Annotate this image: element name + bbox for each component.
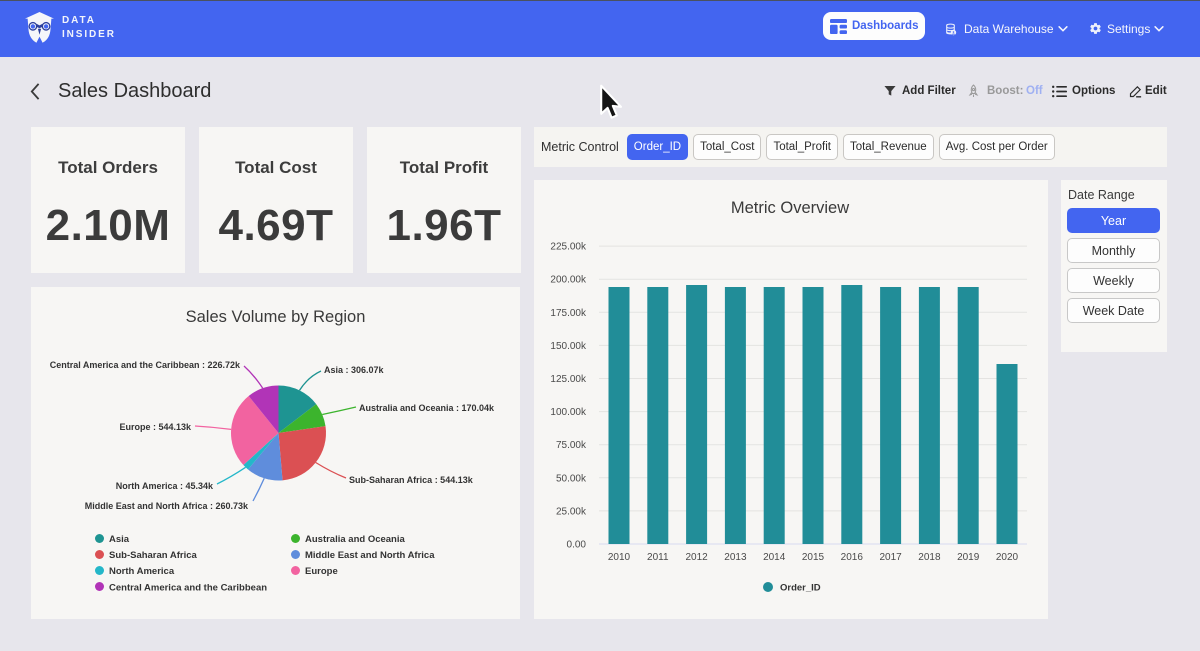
svg-text:2018: 2018 <box>918 552 941 563</box>
svg-text:Metric Overview: Metric Overview <box>731 199 849 217</box>
svg-text:100.00k: 100.00k <box>550 407 587 418</box>
svg-text:2017: 2017 <box>879 552 902 563</box>
svg-text:75.00k: 75.00k <box>556 440 587 451</box>
svg-text:Central America and the Caribb: Central America and the Caribbean <box>109 582 267 593</box>
svg-text:Central America and the Caribb: Central America and the Caribbean : 226.… <box>50 360 241 370</box>
svg-text:Asia : 306.07k: Asia : 306.07k <box>324 365 385 375</box>
svg-text:50.00k: 50.00k <box>556 473 587 484</box>
svg-text:2014: 2014 <box>763 552 786 563</box>
svg-text:Middle East and North Africa :: Middle East and North Africa : 260.73k <box>85 501 249 511</box>
svg-text:Order_ID: Order_ID <box>780 583 821 594</box>
svg-text:2010: 2010 <box>608 552 631 563</box>
svg-text:0.00: 0.00 <box>567 540 587 551</box>
svg-text:225.00k: 225.00k <box>550 242 587 253</box>
svg-text:Europe : 544.13k: Europe : 544.13k <box>119 422 192 432</box>
svg-text:Australia and Oceania: Australia and Oceania <box>305 534 406 545</box>
svg-text:Middle East and North Africa: Middle East and North Africa <box>305 550 435 561</box>
svg-text:Sub-Saharan Africa : 544.13k: Sub-Saharan Africa : 544.13k <box>349 475 474 485</box>
svg-text:North America : 45.34k: North America : 45.34k <box>116 481 214 491</box>
svg-text:2012: 2012 <box>685 552 708 563</box>
svg-text:175.00k: 175.00k <box>550 308 587 319</box>
svg-text:North America: North America <box>109 566 175 577</box>
svg-text:Asia: Asia <box>109 534 130 545</box>
svg-text:150.00k: 150.00k <box>550 341 587 352</box>
svg-text:200.00k: 200.00k <box>550 275 587 286</box>
svg-text:2019: 2019 <box>957 552 980 563</box>
svg-text:Australia and Oceania : 170.04: Australia and Oceania : 170.04k <box>359 403 495 413</box>
svg-text:125.00k: 125.00k <box>550 374 587 385</box>
svg-text:Sub-Saharan Africa: Sub-Saharan Africa <box>109 550 198 561</box>
svg-text:25.00k: 25.00k <box>556 506 587 517</box>
svg-text:2011: 2011 <box>647 552 669 563</box>
svg-text:2013: 2013 <box>724 552 747 563</box>
svg-text:2016: 2016 <box>841 552 864 563</box>
svg-text:Europe: Europe <box>305 566 338 577</box>
svg-text:Sales Volume by Region: Sales Volume by Region <box>186 308 366 326</box>
svg-text:2020: 2020 <box>996 552 1019 563</box>
svg-text:2015: 2015 <box>802 552 825 563</box>
